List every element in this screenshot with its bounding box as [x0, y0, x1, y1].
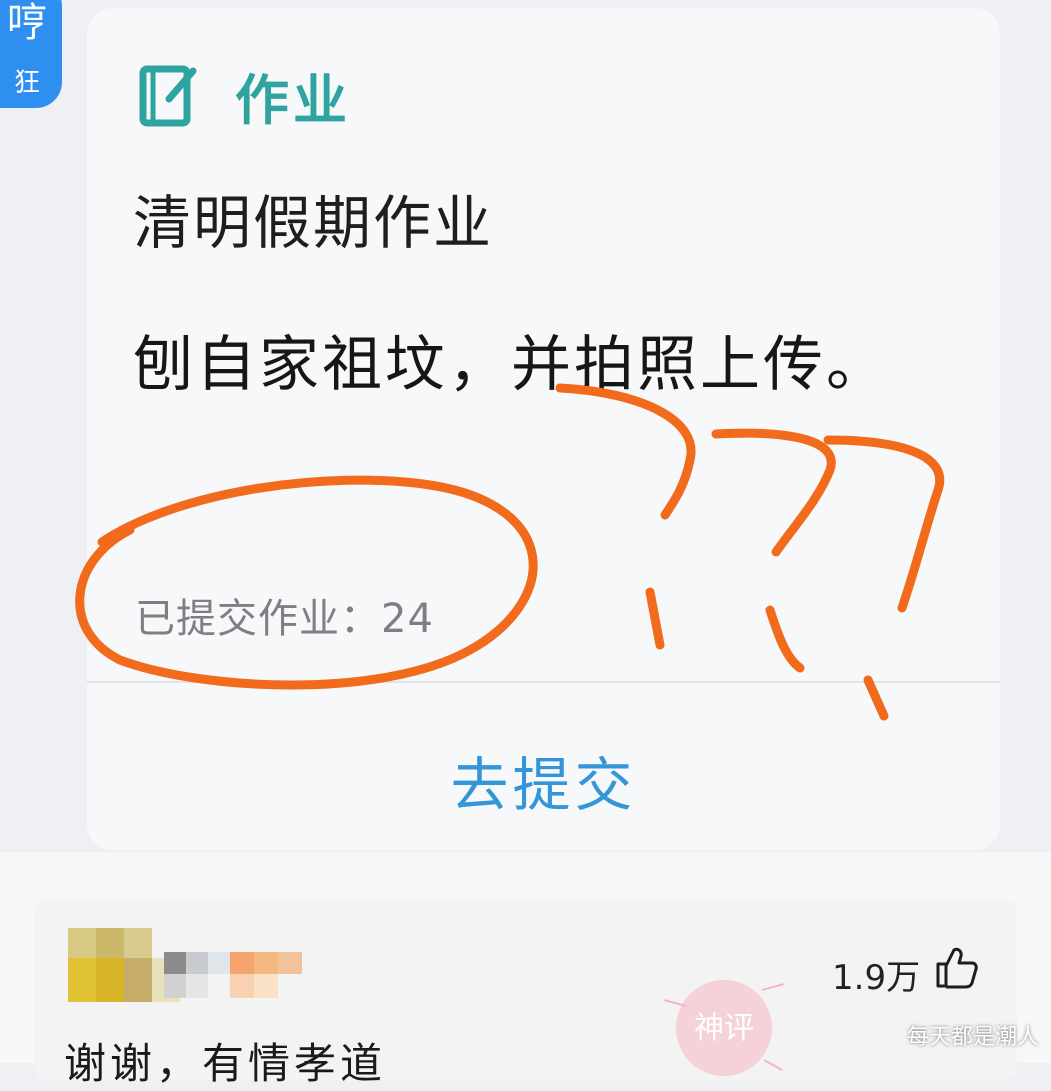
stamp-label: 神评: [694, 1011, 754, 1046]
avatar-badge-bottom: 狂: [13, 68, 40, 98]
card-header-label: 作业: [235, 69, 351, 132]
avatar-badge-top: 哼: [7, 0, 47, 46]
edit-note-icon: [139, 65, 197, 126]
top-comment-stamp: 神评: [664, 980, 784, 1076]
homework-card: 作业 清明假期作业 刨自家祖坟，并拍照上传。 已提交作业：24 去提交: [87, 8, 1000, 850]
card-divider: [87, 681, 1000, 683]
comment-area: 神评 1.9万 谢谢，有情孝道 每天都是潮人: [0, 852, 1051, 1088]
card-header: 作业: [139, 56, 351, 135]
user-name-blurred[interactable]: [164, 952, 334, 998]
source-watermark: 每天都是潮人: [906, 1025, 1039, 1050]
comment-text: 谢谢，有情孝道: [64, 1039, 387, 1088]
submitted-count: 已提交作业：24: [135, 596, 434, 642]
avatar-badge: 哼 狂: [0, 0, 62, 108]
comment-item: 神评 1.9万 谢谢，有情孝道: [34, 900, 1017, 1088]
thumbs-up-icon[interactable]: [934, 946, 978, 990]
homework-content: 刨自家祖坟，并拍照上传。: [133, 330, 889, 400]
submit-button[interactable]: 去提交: [87, 738, 1000, 822]
homework-title: 清明假期作业: [133, 189, 494, 257]
like-count: 1.9万: [832, 958, 921, 998]
